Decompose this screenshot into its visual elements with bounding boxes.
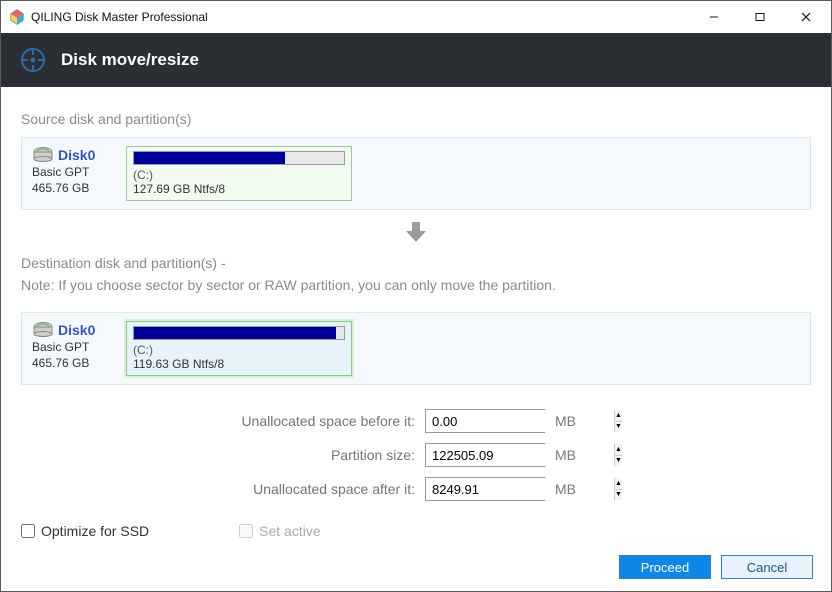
- spinner-unalloc-after[interactable]: ▲ ▼: [425, 477, 545, 501]
- spin-up-icon[interactable]: ▲: [615, 478, 622, 489]
- source-partition[interactable]: (C:) 127.69 GB Ntfs/8: [126, 146, 352, 201]
- spin-down-icon[interactable]: ▼: [615, 421, 622, 433]
- checkbox-optimize-ssd[interactable]: Optimize for SSD: [21, 523, 149, 539]
- row-partition-size: Partition size: ▲ ▼ MB: [21, 443, 811, 467]
- close-button[interactable]: [783, 1, 829, 33]
- source-partition-desc: 127.69 GB Ntfs/8: [133, 182, 345, 196]
- source-disk-type: Basic GPT: [32, 164, 118, 180]
- input-unalloc-before[interactable]: [426, 410, 614, 432]
- hard-drive-icon: [32, 321, 54, 339]
- arrow-separator: [21, 220, 811, 247]
- label-partition-size: Partition size:: [21, 447, 415, 463]
- destination-disk-size: 465.76 GB: [32, 355, 118, 371]
- spin-up-icon[interactable]: ▲: [615, 410, 622, 421]
- destination-partition-fill: [134, 327, 336, 339]
- label-unalloc-after: Unallocated space after it:: [21, 481, 415, 497]
- source-disk-panel: Disk0 Basic GPT 465.76 GB (C:) 127.69 GB…: [21, 137, 811, 210]
- destination-partition-bar: [133, 326, 345, 340]
- spinner-partition-size[interactable]: ▲ ▼: [425, 443, 545, 467]
- destination-disk-info: Disk0 Basic GPT 465.76 GB: [32, 321, 118, 371]
- spin-down-icon[interactable]: ▼: [615, 455, 622, 467]
- destination-note: Note: If you choose sector by sector or …: [21, 275, 811, 296]
- source-partition-fill: [134, 152, 285, 164]
- source-disk-header: Disk0: [32, 146, 118, 164]
- source-disk-size: 465.76 GB: [32, 180, 118, 196]
- minimize-button[interactable]: [691, 1, 737, 33]
- app-icon: [9, 9, 25, 25]
- destination-disk-panel: Disk0 Basic GPT 465.76 GB (C:) 119.63 GB…: [21, 312, 811, 385]
- destination-label: Destination disk and partition(s) -: [21, 255, 811, 271]
- unit-partition-size: MB: [555, 447, 576, 463]
- destination-disk-header: Disk0: [32, 321, 118, 339]
- destination-partition[interactable]: (C:) 119.63 GB Ntfs/8: [126, 321, 352, 376]
- checkbox-optimize-ssd-input[interactable]: [21, 524, 35, 538]
- window-title: QILING Disk Master Professional: [31, 10, 691, 24]
- input-unalloc-after[interactable]: [426, 478, 614, 500]
- disk-header-icon: [19, 46, 47, 74]
- footer-buttons: Proceed Cancel: [619, 555, 813, 579]
- arrow-down-icon: [403, 220, 429, 244]
- source-label: Source disk and partition(s): [21, 111, 811, 127]
- title-bar: QILING Disk Master Professional: [1, 1, 831, 33]
- row-unalloc-before: Unallocated space before it: ▲ ▼ MB: [21, 409, 811, 433]
- page-title: Disk move/resize: [61, 50, 199, 70]
- destination-disk-type: Basic GPT: [32, 339, 118, 355]
- cancel-button[interactable]: Cancel: [721, 555, 813, 579]
- window-controls: [691, 1, 829, 33]
- hard-drive-icon: [32, 146, 54, 164]
- label-unalloc-before: Unallocated space before it:: [21, 413, 415, 429]
- proceed-button[interactable]: Proceed: [619, 555, 711, 579]
- checkbox-set-active-label: Set active: [259, 523, 320, 539]
- options-row: Optimize for SSD Set active: [21, 523, 811, 539]
- page-header: Disk move/resize: [1, 33, 831, 87]
- destination-partition-desc: 119.63 GB Ntfs/8: [133, 357, 345, 371]
- checkbox-optimize-ssd-label: Optimize for SSD: [41, 523, 149, 539]
- spin-up-icon[interactable]: ▲: [615, 444, 622, 455]
- maximize-button[interactable]: [737, 1, 783, 33]
- checkbox-set-active: Set active: [239, 523, 320, 539]
- input-partition-size[interactable]: [426, 444, 614, 466]
- spin-down-icon[interactable]: ▼: [615, 489, 622, 501]
- destination-disk-name: Disk0: [58, 322, 95, 338]
- unit-unalloc-before: MB: [555, 413, 576, 429]
- destination-partition-letter: (C:): [133, 343, 345, 357]
- content-area: Source disk and partition(s) Disk0 Basic…: [1, 87, 831, 549]
- unit-unalloc-after: MB: [555, 481, 576, 497]
- source-partition-bar: [133, 151, 345, 165]
- spinner-unalloc-before[interactable]: ▲ ▼: [425, 409, 545, 433]
- source-disk-name: Disk0: [58, 147, 95, 163]
- source-disk-info: Disk0 Basic GPT 465.76 GB: [32, 146, 118, 196]
- source-partition-letter: (C:): [133, 168, 345, 182]
- row-unalloc-after: Unallocated space after it: ▲ ▼ MB: [21, 477, 811, 501]
- size-form: Unallocated space before it: ▲ ▼ MB Part…: [21, 409, 811, 501]
- checkbox-set-active-input: [239, 524, 253, 538]
